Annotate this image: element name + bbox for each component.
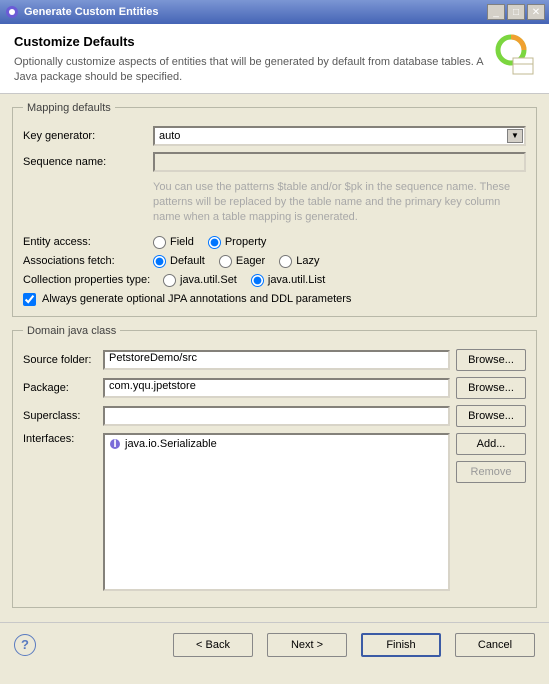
- superclass-input[interactable]: [103, 406, 450, 426]
- help-icon[interactable]: ?: [14, 634, 36, 656]
- entity-icon: [493, 34, 535, 76]
- keygen-value: auto: [159, 130, 180, 142]
- list-item[interactable]: I java.io.Serializable: [109, 438, 444, 450]
- assoc-fetch-label: Associations fetch:: [23, 255, 153, 267]
- interfaces-label: Interfaces:: [23, 433, 103, 445]
- seqname-label: Sequence name:: [23, 156, 153, 168]
- seqname-hint: You can use the patterns $table and/or $…: [153, 178, 526, 230]
- close-button[interactable]: ✕: [527, 4, 545, 20]
- coll-set-radio[interactable]: java.util.Set: [163, 274, 237, 287]
- add-interface-button[interactable]: Add...: [456, 433, 526, 455]
- coll-list-radio[interactable]: java.util.List: [251, 274, 325, 287]
- keygen-label: Key generator:: [23, 130, 153, 142]
- src-browse-button[interactable]: Browse...: [456, 349, 526, 371]
- fetch-default-radio[interactable]: Default: [153, 255, 205, 268]
- page-title: Customize Defaults: [14, 34, 485, 49]
- jpa-annotations-checkbox[interactable]: Always generate optional JPA annotations…: [23, 293, 526, 306]
- titlebar: Generate Custom Entities _ □ ✕: [0, 0, 549, 24]
- remove-interface-button: Remove: [456, 461, 526, 483]
- fetch-eager-radio[interactable]: Eager: [219, 255, 265, 268]
- wizard-footer: ? < Back Next > Finish Cancel: [0, 622, 549, 671]
- superclass-label: Superclass:: [23, 410, 103, 422]
- superclass-browse-button[interactable]: Browse...: [456, 405, 526, 427]
- seqname-input: [153, 152, 526, 172]
- cancel-button[interactable]: Cancel: [455, 633, 535, 657]
- access-field-radio[interactable]: Field: [153, 236, 194, 249]
- access-property-radio[interactable]: Property: [208, 236, 267, 249]
- src-folder-label: Source folder:: [23, 354, 103, 366]
- domain-class-group: Domain java class Source folder: Petstor…: [12, 325, 537, 608]
- coll-type-label: Collection properties type:: [23, 274, 163, 286]
- maximize-button[interactable]: □: [507, 4, 525, 20]
- minimize-button[interactable]: _: [487, 4, 505, 20]
- package-label: Package:: [23, 382, 103, 394]
- fetch-lazy-radio[interactable]: Lazy: [279, 255, 319, 268]
- interface-icon: I: [109, 438, 121, 450]
- keygen-dropdown[interactable]: auto ▼: [153, 126, 526, 146]
- src-folder-input[interactable]: PetstoreDemo/src: [103, 350, 450, 370]
- page-description: Optionally customize aspects of entities…: [14, 55, 485, 85]
- svg-text:I: I: [113, 438, 116, 450]
- mapping-defaults-group: Mapping defaults Key generator: auto ▼ S…: [12, 102, 537, 317]
- back-button[interactable]: < Back: [173, 633, 253, 657]
- mapping-legend: Mapping defaults: [23, 102, 115, 114]
- window-title: Generate Custom Entities: [24, 6, 485, 18]
- interfaces-list[interactable]: I java.io.Serializable: [103, 433, 450, 591]
- domain-legend: Domain java class: [23, 325, 120, 337]
- package-input[interactable]: com.yqu.jpetstore: [103, 378, 450, 398]
- finish-button[interactable]: Finish: [361, 633, 441, 657]
- next-button[interactable]: Next >: [267, 633, 347, 657]
- chevron-down-icon: ▼: [507, 129, 523, 143]
- app-icon: [4, 4, 20, 20]
- entity-access-label: Entity access:: [23, 236, 153, 248]
- wizard-header: Customize Defaults Optionally customize …: [0, 24, 549, 94]
- package-browse-button[interactable]: Browse...: [456, 377, 526, 399]
